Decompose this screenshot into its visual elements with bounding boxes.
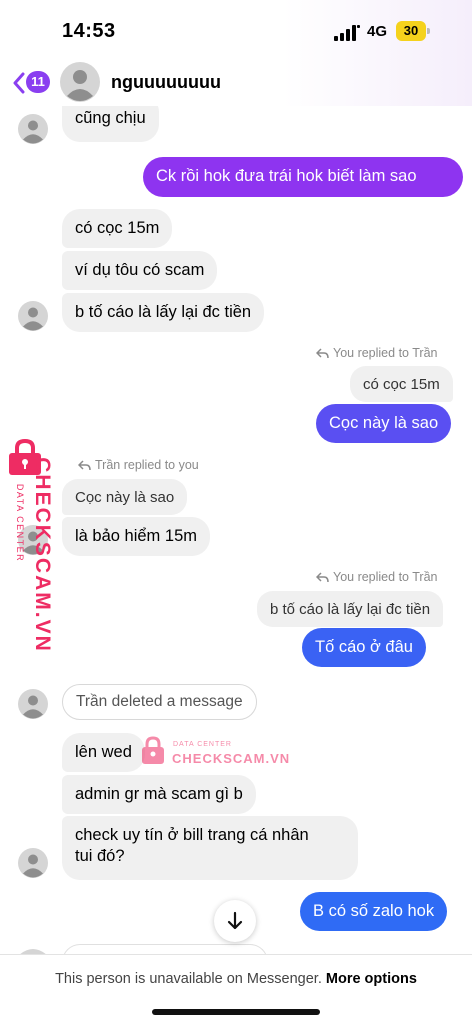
message-bubble-incoming[interactable]: b tố cáo là lấy lại đc tiền: [62, 293, 265, 332]
reply-note: You replied to Trần: [315, 346, 437, 360]
message-text: b tố cáo là lấy lại đc tiền: [75, 303, 252, 321]
message-text-line: tui đó?: [75, 847, 125, 865]
deleted-message-notice: Trần deleted a message: [62, 684, 257, 720]
default-avatar-icon: [18, 848, 48, 878]
message-bubble-incoming[interactable]: là bảo hiểm 15m: [62, 517, 210, 556]
default-avatar-icon: [18, 301, 48, 331]
unread-count-badge: 11: [26, 71, 50, 93]
message-bubble-incoming[interactable]: cũng chịu: [62, 106, 159, 142]
default-avatar-icon: [18, 114, 48, 144]
message-text: lên wed: [75, 743, 132, 761]
status-bar: 14:53 4G 30: [0, 0, 472, 62]
home-indicator: [152, 1009, 320, 1015]
message-bubble-outgoing[interactable]: Ck rồi hok đưa trái hok biết làm sao: [143, 157, 463, 197]
watermark-logo-center: DATA CENTER CHECKSCAM.VN: [140, 734, 289, 770]
message-text: cũng chịu: [75, 109, 146, 127]
message-text: Tố cáo ở đâu: [315, 638, 413, 656]
message-bubble-outgoing[interactable]: Cọc này là sao: [316, 404, 452, 443]
message-text: Ck rồi hok đưa trái hok biết làm sao: [156, 167, 417, 185]
arrow-down-icon: [227, 911, 243, 930]
network-label: 4G: [367, 23, 388, 40]
back-button[interactable]: 11: [12, 68, 52, 98]
partial-message: [62, 944, 268, 954]
message-text: B có số zalo hok: [313, 902, 435, 920]
message-bubble-incoming[interactable]: check uy tín ở bill trang cá nhân tui đó…: [62, 816, 358, 880]
reply-arrow-icon: [315, 348, 329, 359]
battery-level: 30: [403, 23, 419, 38]
scroll-to-bottom-button[interactable]: [214, 900, 256, 942]
quoted-text: Cọc này là sao: [75, 489, 175, 506]
message-list[interactable]: cũng chịu Ck rồi hok đưa trái hok biết l…: [0, 106, 472, 954]
message-bubble-outgoing[interactable]: Tố cáo ở đâu: [302, 628, 426, 667]
message-bubble-outgoing[interactable]: B có số zalo hok: [300, 892, 448, 931]
message-bubble-incoming[interactable]: admin gr mà scam gì b: [62, 775, 256, 814]
message-text: admin gr mà scam gì b: [75, 785, 243, 803]
reply-note: Trần replied to you: [77, 458, 199, 472]
reply-note: You replied to Trần: [315, 570, 437, 584]
quoted-message[interactable]: Cọc này là sao: [62, 479, 188, 515]
quoted-message[interactable]: b tố cáo là lấy lại đc tiền: [257, 591, 444, 627]
unavailable-notice: This person is unavailable on Messenger.…: [55, 971, 417, 987]
quoted-text: có cọc 15m: [363, 376, 440, 393]
signal-icon: [334, 25, 360, 41]
message-text: ví dụ tôu có scam: [75, 261, 205, 279]
chevron-left-icon: [13, 72, 25, 94]
watermark-tagline-vertical: DATA CENTER: [15, 483, 25, 563]
reply-arrow-icon: [77, 460, 91, 471]
more-options-link[interactable]: More options: [326, 971, 417, 987]
message-bubble-incoming[interactable]: có cọc 15m: [62, 209, 173, 248]
contact-avatar[interactable]: [60, 62, 100, 102]
lock-icon: [142, 736, 164, 764]
contact-name[interactable]: nguuuuuuuu: [111, 72, 221, 93]
battery-icon: 30: [396, 21, 430, 41]
message-bubble-incoming[interactable]: lên wed: [62, 733, 145, 772]
conversation-header: 11 nguuuuuuuu: [0, 60, 472, 106]
status-time: 14:53: [62, 20, 116, 42]
quoted-text: b tố cáo là lấy lại đc tiền: [270, 601, 431, 618]
message-text: Cọc này là sao: [329, 414, 439, 432]
message-text-line: check uy tín ở bill trang cá nhân: [75, 826, 309, 844]
reply-arrow-icon: [315, 572, 329, 583]
message-bubble-incoming[interactable]: ví dụ tôu có scam: [62, 251, 218, 290]
message-text: có cọc 15m: [75, 219, 160, 237]
quoted-message[interactable]: có cọc 15m: [350, 366, 453, 402]
message-text: là bảo hiểm 15m: [75, 527, 197, 545]
default-avatar-icon: [18, 689, 48, 719]
